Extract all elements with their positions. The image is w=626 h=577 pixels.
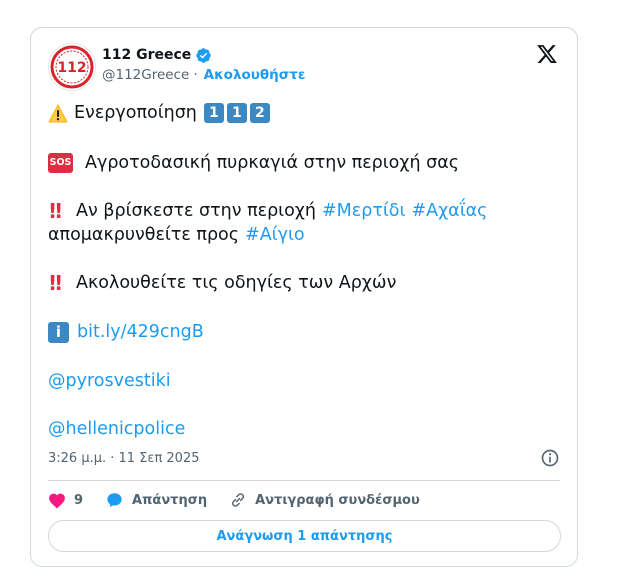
avatar-logo-icon: 112: [50, 45, 94, 89]
like-count: 9: [74, 492, 84, 508]
keycap-one-icon: 1: [226, 103, 247, 123]
handle-separator: ·: [193, 67, 198, 83]
info-circle-icon[interactable]: [540, 448, 560, 468]
verified-badge-icon: [196, 47, 212, 63]
heart-icon: [49, 493, 65, 508]
author-handle-row: @112Greece · Ακολουθήστε: [102, 67, 305, 83]
tweet-actions: 9 Απάντηση Αντιγραφή συνδέσμου: [48, 490, 442, 510]
tweet-line-activation: Ενεργοποίηση 1 1 2: [48, 101, 273, 125]
reply-button[interactable]: Απάντηση: [105, 491, 207, 509]
author-avatar[interactable]: 112: [48, 43, 96, 91]
read-replies-button[interactable]: Ανάγνωση 1 απάντησης: [48, 520, 561, 552]
link-chain-icon: [232, 493, 245, 507]
like-button[interactable]: 9: [48, 492, 83, 509]
evacuate-text: απομακρυνθείτε προς: [48, 225, 240, 245]
information-icon: i: [48, 321, 69, 343]
mention-pyrosvestiki[interactable]: @pyrosvestiki: [48, 369, 171, 393]
tweet-timestamp[interactable]: 3:26 μ.μ. · 11 Σεπ 2025: [48, 451, 200, 466]
tweet-line-instructions: !! Ακολουθείτε τις οδηγίες των Αρχών: [48, 271, 396, 295]
author-name[interactable]: 112 Greece: [102, 47, 191, 63]
author-handle[interactable]: @112Greece: [102, 67, 189, 83]
activation-text: Ενεργοποίηση: [74, 103, 197, 123]
x-logo-icon[interactable]: [536, 43, 558, 65]
double-exclamation-icon: !!: [48, 271, 63, 295]
bitly-link[interactable]: bit.ly/429cngB: [77, 320, 204, 344]
hashtag-mertidi[interactable]: #Μερτίδι: [322, 199, 405, 223]
instructions-text: Ακολουθείτε τις οδηγίες των Αρχών: [76, 273, 397, 293]
author-name-row[interactable]: 112 Greece: [102, 46, 212, 64]
avatar-text: 112: [57, 60, 86, 76]
tweet-line-mention1: @pyrosvestiki: [48, 369, 171, 393]
mention-hellenicpolice[interactable]: @hellenicpolice: [48, 417, 185, 441]
divider: [48, 480, 560, 481]
sos-icon: SOS: [48, 153, 73, 173]
fire-text: Αγροτοδασική πυρκαγιά στην περιοχή σας: [85, 153, 460, 173]
tweet-line-link: i bit.ly/429cngB: [48, 320, 204, 344]
tweet-line-mention2: @hellenicpolice: [48, 417, 185, 441]
double-exclamation-icon: !!: [48, 199, 63, 223]
hashtag-aigio[interactable]: #Αίγιο: [245, 223, 305, 247]
keycap-two-icon: 2: [249, 103, 270, 123]
warning-icon: [48, 104, 68, 123]
copy-link-label: Αντιγραφή συνδέσμου: [255, 492, 420, 508]
copy-link-button[interactable]: Αντιγραφή συνδέσμου: [229, 491, 420, 509]
tweet-line-location: !! Αν βρίσκεστε στην περιοχή #Μερτίδι #Α…: [48, 199, 487, 223]
reply-bubble-icon: [107, 493, 122, 508]
hashtag-achaias[interactable]: #Αχαΐας: [411, 199, 487, 223]
tweet-line-evacuate: απομακρυνθείτε προς #Αίγιο: [48, 223, 305, 247]
reply-label: Απάντηση: [132, 492, 208, 508]
follow-link[interactable]: Ακολουθήστε: [204, 67, 306, 83]
location-text: Αν βρίσκεστε στην περιοχή: [76, 201, 317, 221]
tweet-card: 112 112 Greece @112Greece · Ακολουθήστε …: [30, 27, 578, 567]
keycap-one-icon: 1: [203, 103, 224, 123]
tweet-line-fire: SOS Αγροτοδασική πυρκαγιά στην περιοχή σ…: [48, 151, 459, 175]
